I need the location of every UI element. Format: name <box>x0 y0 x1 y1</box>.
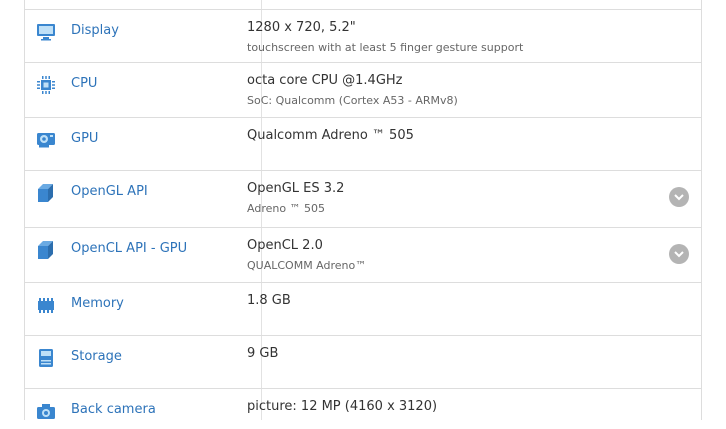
spec-label-opencl[interactable]: OpenCL API - GPU <box>71 241 187 256</box>
spec-value-storage: 9 GB <box>247 346 279 361</box>
spec-sub-opencl: QUALCOMM Adreno™ <box>247 259 367 272</box>
spec-value-memory: 1.8 GB <box>247 293 291 308</box>
gpu-icon <box>36 130 56 150</box>
table-row-cpu: CPU octa core CPU @1.4GHz SoC: Qualcomm … <box>25 63 701 118</box>
camera-icon <box>36 401 56 421</box>
cpu-icon <box>36 75 56 95</box>
table-row-gpu: GPU Qualcomm Adreno ™ 505 <box>25 118 701 171</box>
expand-opencl-button[interactable] <box>669 244 689 264</box>
chevron-down-icon <box>674 251 684 258</box>
table-row-partial <box>25 0 701 10</box>
chevron-down-icon <box>674 194 684 201</box>
expand-opengl-button[interactable] <box>669 187 689 207</box>
opencl-icon <box>36 240 56 260</box>
storage-icon <box>36 348 56 368</box>
table-row-opencl: OpenCL API - GPU OpenCL 2.0 QUALCOMM Adr… <box>25 228 701 283</box>
spec-value-cpu: octa core CPU @1.4GHz <box>247 73 403 88</box>
spec-sub-display: touchscreen with at least 5 finger gestu… <box>247 41 524 54</box>
spec-sub-opengl: Adreno ™ 505 <box>247 202 326 215</box>
memory-icon <box>36 295 56 315</box>
spec-value-opencl: OpenCL 2.0 <box>247 238 323 253</box>
opengl-icon <box>36 183 56 203</box>
spec-label-gpu[interactable]: GPU <box>71 131 98 146</box>
spec-label-opengl[interactable]: OpenGL API <box>71 184 148 199</box>
table-row-opengl: OpenGL API OpenGL ES 3.2 Adreno ™ 505 <box>25 171 701 228</box>
spec-label-memory[interactable]: Memory <box>71 296 124 311</box>
spec-label-back-camera[interactable]: Back camera <box>71 402 156 417</box>
table-row-storage: Storage 9 GB <box>25 336 701 389</box>
table-row-memory: Memory 1.8 GB <box>25 283 701 336</box>
spec-value-opengl: OpenGL ES 3.2 <box>247 181 345 196</box>
spec-label-display[interactable]: Display <box>71 23 119 38</box>
spec-label-storage[interactable]: Storage <box>71 349 122 364</box>
spec-sub-cpu: SoC: Qualcomm (Cortex A53 - ARMv8) <box>247 94 458 107</box>
table-row-back-camera: Back camera picture: 12 MP (4160 x 3120) <box>25 389 701 429</box>
spec-table: Display 1280 x 720, 5.2" touchscreen wit… <box>24 0 702 420</box>
spec-value-back-camera: picture: 12 MP (4160 x 3120) <box>247 399 438 414</box>
spec-value-gpu: Qualcomm Adreno ™ 505 <box>247 128 414 143</box>
display-icon <box>36 22 56 42</box>
spec-label-cpu[interactable]: CPU <box>71 76 97 91</box>
spec-value-display: 1280 x 720, 5.2" <box>247 20 356 35</box>
table-row-display: Display 1280 x 720, 5.2" touchscreen wit… <box>25 10 701 63</box>
